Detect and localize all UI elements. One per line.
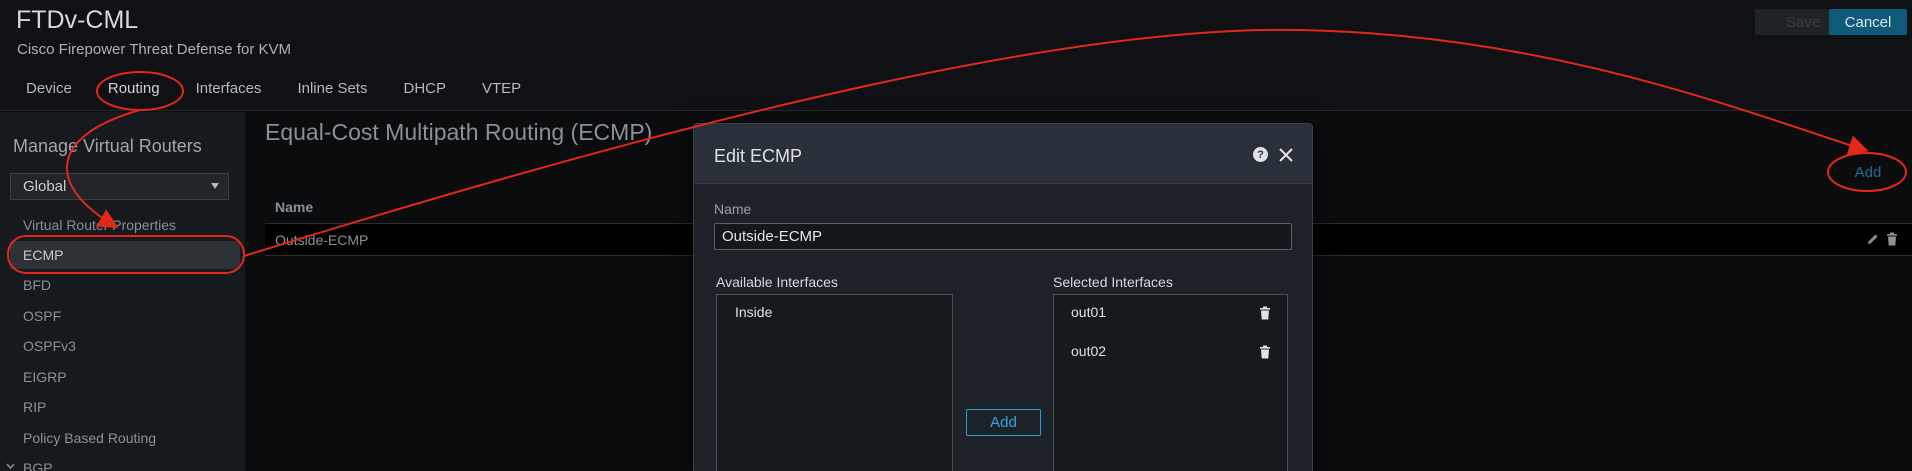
selected-interfaces-label: Selected Interfaces: [1053, 274, 1173, 290]
table-cell-name: Outside-ECMP: [275, 231, 369, 248]
sidebar-item-ecmp[interactable]: ECMP: [10, 241, 240, 269]
page-title: Equal-Cost Multipath Routing (ECMP): [265, 119, 653, 145]
row-actions: [1866, 232, 1898, 246]
edit-icon[interactable]: [1866, 232, 1880, 246]
dialog-title: Edit ECMP: [714, 146, 803, 166]
column-header-name: Name: [275, 198, 314, 215]
available-interfaces-label: Available Interfaces: [716, 274, 838, 290]
device-title: FTDv-CML: [16, 6, 139, 34]
available-interfaces-list[interactable]: Inside: [716, 294, 953, 471]
help-icon[interactable]: ?: [1253, 147, 1268, 162]
add-interface-button[interactable]: Add: [966, 409, 1041, 436]
sidebar-item-bgp[interactable]: BGP: [6, 454, 240, 471]
trash-icon[interactable]: [1259, 306, 1271, 320]
add-ecmp-button[interactable]: Add: [1830, 160, 1906, 184]
sidebar-item-ospfv3[interactable]: OSPFv3: [10, 332, 240, 360]
name-label: Name: [714, 201, 752, 217]
list-item[interactable]: out01: [1071, 304, 1106, 320]
tab-routing[interactable]: Routing: [100, 80, 168, 97]
tab-device[interactable]: Device: [18, 80, 80, 97]
dialog-header: Edit ECMP ?: [694, 124, 1312, 184]
sidebar-title: Manage Virtual Routers: [13, 136, 202, 156]
virtual-router-select[interactable]: Global: [10, 173, 229, 200]
trash-icon[interactable]: [1259, 345, 1271, 359]
device-subtitle: Cisco Firepower Threat Defense for KVM: [17, 41, 291, 58]
sidebar-item-eigrp[interactable]: EIGRP: [10, 363, 240, 391]
trash-icon[interactable]: [1886, 232, 1898, 246]
name-input[interactable]: Outside-ECMP: [714, 223, 1292, 250]
sidebar-item-virtual-router-properties[interactable]: Virtual Router Properties: [10, 211, 240, 239]
cancel-button[interactable]: Cancel: [1829, 9, 1907, 35]
tab-interfaces[interactable]: Interfaces: [188, 80, 270, 97]
tab-vtep[interactable]: VTEP: [474, 80, 529, 97]
sidebar-item-label: BGP: [23, 460, 53, 471]
close-icon[interactable]: [1277, 146, 1295, 164]
routing-sidebar: Manage Virtual Routers Global Virtual Ro…: [0, 112, 245, 471]
sidebar-item-ospf[interactable]: OSPF: [10, 302, 240, 330]
sidebar-item-policy-based-routing[interactable]: Policy Based Routing: [10, 424, 240, 452]
chevron-down-icon: [6, 463, 15, 470]
list-item[interactable]: out02: [1071, 343, 1106, 359]
virtual-router-select-value: Global: [23, 178, 67, 195]
tab-inline-sets[interactable]: Inline Sets: [289, 80, 375, 97]
device-tabs: Device Routing Interfaces Inline Sets DH…: [18, 80, 549, 97]
sidebar-item-rip[interactable]: RIP: [10, 393, 240, 421]
sidebar-item-bfd[interactable]: BFD: [10, 271, 240, 299]
tab-dhcp[interactable]: DHCP: [395, 80, 454, 97]
selected-interfaces-list[interactable]: out01 out02: [1053, 294, 1288, 471]
list-item[interactable]: Inside: [735, 304, 772, 320]
app-header: FTDv-CML Cisco Firepower Threat Defense …: [0, 0, 1912, 111]
edit-ecmp-dialog: Edit ECMP ? Name Outside-ECMP Available …: [693, 123, 1313, 471]
caret-down-icon: [211, 183, 219, 189]
